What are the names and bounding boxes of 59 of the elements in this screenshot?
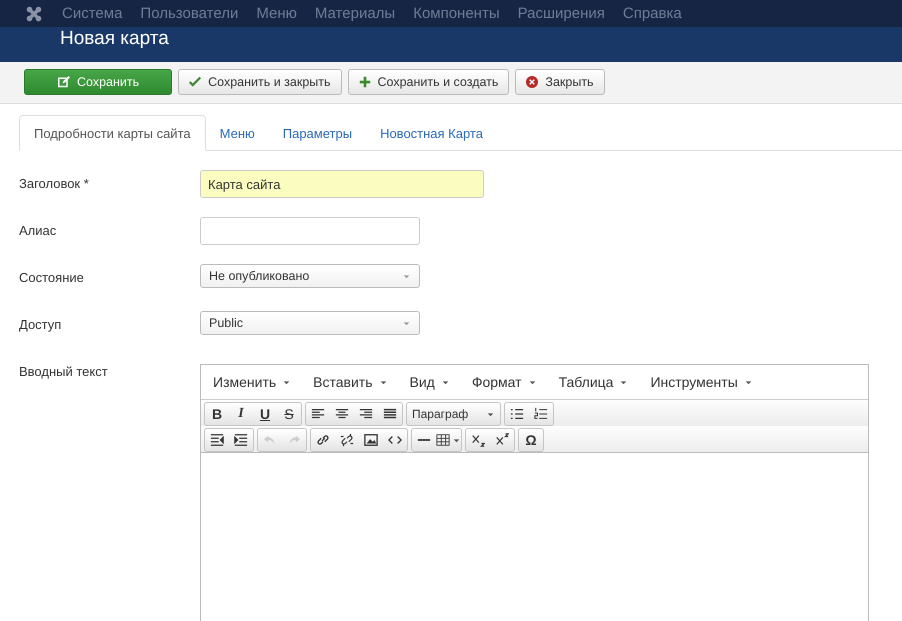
field-label: Вводный текст <box>19 363 109 381</box>
indent-icon <box>234 433 248 447</box>
table-icon <box>436 433 450 447</box>
undo-icon <box>263 433 277 447</box>
format-button[interactable]: S <box>277 403 301 425</box>
align-center-icon <box>335 407 349 421</box>
close-button[interactable]: Закрыть <box>515 69 605 95</box>
nav-menu-item[interactable]: Расширения <box>518 5 605 22</box>
numbered-list-icon <box>534 407 548 421</box>
save-button[interactable]: Сохранить <box>24 69 172 95</box>
check-icon <box>189 76 202 88</box>
editor-menu[interactable]: Формат <box>472 374 537 390</box>
close-icon <box>526 76 538 88</box>
format-button[interactable]: U <box>253 403 277 425</box>
format-dropdown[interactable]: Параграф <box>407 403 500 425</box>
dropdown[interactable]: Не опубликовано <box>200 264 420 288</box>
align-right-icon <box>359 407 373 421</box>
input-field[interactable] <box>200 217 420 245</box>
justify-icon <box>383 407 397 421</box>
tab[interactable]: Меню <box>206 115 269 151</box>
nav-menu-item[interactable]: Справка <box>622 5 682 22</box>
redo-icon <box>287 433 301 447</box>
format-button[interactable]: I <box>229 403 253 425</box>
format-button[interactable]: B <box>205 403 229 425</box>
nav-menu-item[interactable]: Система <box>62 5 122 22</box>
toolbar-button[interactable]: Сохранить и закрыть <box>178 69 342 95</box>
dropdown[interactable]: Public <box>200 311 420 335</box>
image-icon <box>364 433 378 447</box>
superscript-icon <box>495 433 509 447</box>
format-button[interactable]: Ω <box>519 429 543 451</box>
tab[interactable]: Параметры <box>268 115 366 151</box>
tab[interactable]: Новостная Карта <box>366 115 497 151</box>
input-field[interactable]: Карта сайта <box>200 170 484 198</box>
link-icon <box>316 433 330 447</box>
nav-menu-item[interactable]: Меню <box>256 5 297 22</box>
code-icon <box>388 433 402 447</box>
nav-menu-item[interactable]: Материалы <box>314 5 396 22</box>
field-label: Заголовок * <box>19 175 90 193</box>
editor-menu[interactable]: Инструменты <box>650 374 753 390</box>
unlink-icon <box>340 433 354 447</box>
editor-menu[interactable]: Изменить <box>213 374 292 390</box>
subscript-icon <box>471 433 485 447</box>
plus-icon <box>358 76 370 88</box>
nav-menu-item[interactable]: Компоненты <box>413 5 500 22</box>
tab[interactable]: Подробности карты сайта <box>19 115 206 151</box>
nav-menu-item[interactable]: Пользователи <box>140 5 238 22</box>
toolbar-button[interactable]: Сохранить и создать <box>348 69 510 95</box>
editor-menu[interactable]: Вид <box>410 374 450 390</box>
field-label: Состояние <box>19 269 85 287</box>
joomla-logo-icon <box>25 4 43 22</box>
outdent-icon <box>210 433 224 447</box>
editor-menu[interactable]: Таблица <box>558 374 628 390</box>
align-left-icon <box>311 407 325 421</box>
field-label: Доступ <box>19 316 62 334</box>
page-title: Новая карта <box>60 27 170 51</box>
field-label: Алиас <box>19 222 58 240</box>
edit-icon <box>58 76 70 88</box>
bullet-list-icon <box>510 407 524 421</box>
editor-menu[interactable]: Вставить <box>313 374 388 390</box>
